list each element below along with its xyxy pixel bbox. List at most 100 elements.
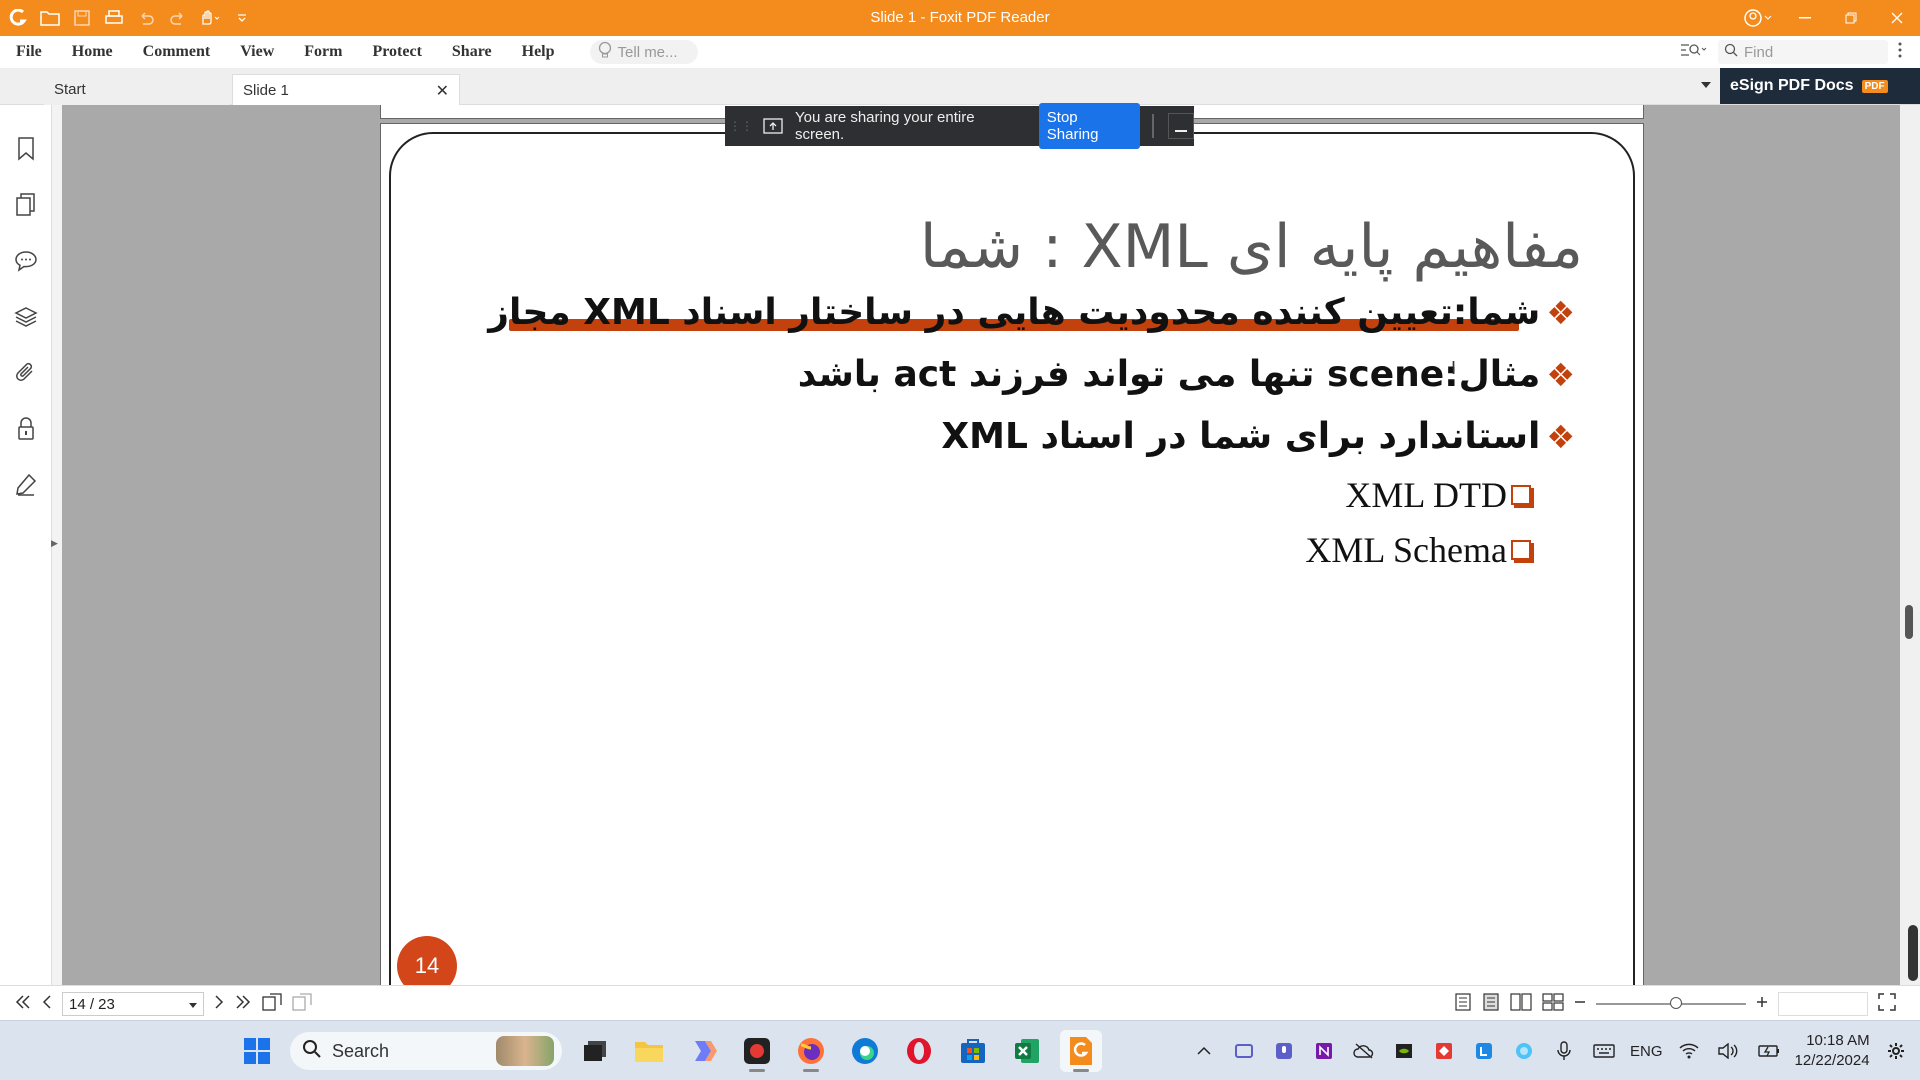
sub-item: XML Schema xyxy=(1305,529,1531,571)
comments-icon[interactable] xyxy=(12,247,40,275)
bullet-item: ❖ مثال:scene تنها می تواند فرزند act باش… xyxy=(798,354,1575,395)
title-bar: Slide 1 - Foxit PDF Reader xyxy=(0,0,1920,36)
menu-file[interactable]: File xyxy=(0,43,57,61)
close-window-icon[interactable] xyxy=(1874,0,1920,36)
keyboard-icon[interactable] xyxy=(1590,1037,1618,1065)
menu-home[interactable]: Home xyxy=(57,43,128,61)
search-highlight-image xyxy=(496,1036,554,1066)
document-view[interactable]: مفاهیم پایه ای XML : شما ❖ شما:تعیین کنن… xyxy=(62,105,1900,985)
zoom-in-icon[interactable] xyxy=(1756,995,1768,1013)
insert-page-icon[interactable] xyxy=(292,992,312,1016)
wifi-icon[interactable] xyxy=(1675,1037,1703,1065)
edge-icon[interactable] xyxy=(844,1030,886,1072)
stop-sharing-button[interactable]: Stop Sharing xyxy=(1038,103,1141,149)
quick-share-icon[interactable] xyxy=(1470,1037,1498,1065)
view-controls xyxy=(1454,992,1920,1016)
task-view-icon[interactable] xyxy=(574,1030,616,1072)
page-dropdown-icon[interactable] xyxy=(189,996,197,1013)
pages-icon[interactable] xyxy=(12,191,40,219)
menu-view[interactable]: View xyxy=(225,43,289,61)
excel-icon[interactable] xyxy=(1006,1030,1048,1072)
tab-slide-1-label: Slide 1 xyxy=(243,81,289,99)
sub-item: XML DTD xyxy=(1345,474,1531,516)
bullet-text: شما:تعیین کننده محدودیت هایی در ساختار ا… xyxy=(488,292,1541,333)
tab-slide-1[interactable]: Slide 1 ✕ xyxy=(232,74,460,105)
microphone-app-icon[interactable] xyxy=(1270,1037,1298,1065)
extract-page-icon[interactable] xyxy=(262,992,282,1016)
esign-banner[interactable]: eSign PDF Docs PDF xyxy=(1720,68,1920,104)
text-cursor-icon: I xyxy=(1451,358,1457,378)
tab-list-dropdown-icon[interactable] xyxy=(1700,78,1712,92)
fullscreen-icon[interactable] xyxy=(1878,992,1920,1016)
opera-icon[interactable] xyxy=(898,1030,940,1072)
scrollbar-thumb-secondary[interactable] xyxy=(1908,925,1918,981)
page-number-input[interactable]: 14 / 23 xyxy=(62,992,204,1016)
tab-start-label: Start xyxy=(54,81,86,98)
hide-bar-button[interactable] xyxy=(1168,113,1194,139)
clock[interactable]: 10:18 AM 12/22/2024 xyxy=(1795,1031,1870,1071)
screen-recorder-icon[interactable] xyxy=(736,1030,778,1072)
sub-item-text: XML DTD xyxy=(1345,475,1507,515)
teams-tray-icon[interactable] xyxy=(1230,1037,1258,1065)
previous-page-icon[interactable] xyxy=(42,994,52,1014)
copilot-icon[interactable] xyxy=(682,1030,724,1072)
nvidia-icon[interactable] xyxy=(1390,1037,1418,1065)
anydesk-icon[interactable] xyxy=(1430,1037,1458,1065)
last-page-icon[interactable] xyxy=(234,994,252,1014)
signature-pen-icon[interactable] xyxy=(12,471,40,499)
microsoft-store-icon[interactable] xyxy=(952,1030,994,1072)
language-indicator[interactable]: ENG xyxy=(1630,1043,1663,1060)
onedrive-offline-icon[interactable] xyxy=(1350,1037,1378,1065)
zoom-slider-knob[interactable] xyxy=(1670,997,1682,1009)
windows-taskbar: Search ENG 10:18 AM 12/22/2024 xyxy=(0,1020,1920,1080)
facing-view-icon[interactable] xyxy=(1510,992,1532,1016)
esign-badge: PDF xyxy=(1861,79,1888,93)
continuous-facing-icon[interactable] xyxy=(1542,992,1564,1016)
square-bullet-icon xyxy=(1511,540,1531,560)
sub-item-text: XML Schema xyxy=(1305,530,1507,570)
notification-settings-icon[interactable] xyxy=(1882,1037,1910,1065)
color-tray-icon[interactable] xyxy=(1510,1037,1538,1065)
windows-start-icon[interactable] xyxy=(236,1030,278,1072)
tab-start[interactable]: Start xyxy=(44,74,230,105)
attachment-icon[interactable] xyxy=(12,359,40,387)
first-page-icon[interactable] xyxy=(14,994,32,1014)
next-page-icon[interactable] xyxy=(214,994,224,1014)
layers-icon[interactable] xyxy=(12,303,40,331)
microphone-icon[interactable] xyxy=(1550,1037,1578,1065)
zoom-level-field[interactable] xyxy=(1778,992,1868,1016)
close-tab-icon[interactable]: ✕ xyxy=(436,81,449,101)
minimize-icon[interactable] xyxy=(1782,0,1828,36)
expand-panel-icon[interactable]: ▶ xyxy=(51,538,61,562)
show-hidden-icons[interactable] xyxy=(1190,1037,1218,1065)
menu-protect[interactable]: Protect xyxy=(357,43,436,61)
taskbar-search[interactable]: Search xyxy=(290,1032,562,1070)
onenote-icon[interactable] xyxy=(1310,1037,1338,1065)
search-options-icon[interactable] xyxy=(1680,42,1708,63)
file-explorer-icon[interactable] xyxy=(628,1030,670,1072)
firefox-icon[interactable] xyxy=(790,1030,832,1072)
menu-share[interactable]: Share xyxy=(437,43,507,61)
menu-form[interactable]: Form xyxy=(289,43,357,61)
tell-me-search[interactable]: Tell me... xyxy=(589,40,698,64)
continuous-view-icon[interactable] xyxy=(1482,992,1500,1016)
single-page-view-icon[interactable] xyxy=(1454,992,1472,1016)
zoom-out-icon[interactable] xyxy=(1574,995,1586,1013)
vertical-scrollbar[interactable] xyxy=(1900,105,1920,985)
restore-icon[interactable] xyxy=(1828,0,1874,36)
scrollbar-thumb[interactable] xyxy=(1905,605,1913,639)
foxit-reader-icon[interactable] xyxy=(1060,1030,1102,1072)
security-lock-icon[interactable] xyxy=(12,415,40,443)
zoom-slider[interactable] xyxy=(1596,997,1746,1009)
menu-help[interactable]: Help xyxy=(507,43,570,61)
account-icon[interactable] xyxy=(1736,0,1782,36)
more-options-icon[interactable] xyxy=(1898,42,1920,63)
drag-handle-icon[interactable]: ⋮⋮ xyxy=(729,119,753,133)
find-field[interactable]: Find xyxy=(1718,40,1888,64)
taskbar-search-icon xyxy=(302,1039,322,1064)
volume-icon[interactable] xyxy=(1715,1037,1743,1065)
menu-comment[interactable]: Comment xyxy=(128,43,226,61)
battery-icon[interactable] xyxy=(1755,1037,1783,1065)
bullet-item: ❖ شما:تعیین کننده محدودیت هایی در ساختار… xyxy=(488,292,1575,333)
bookmark-icon[interactable] xyxy=(12,135,40,163)
